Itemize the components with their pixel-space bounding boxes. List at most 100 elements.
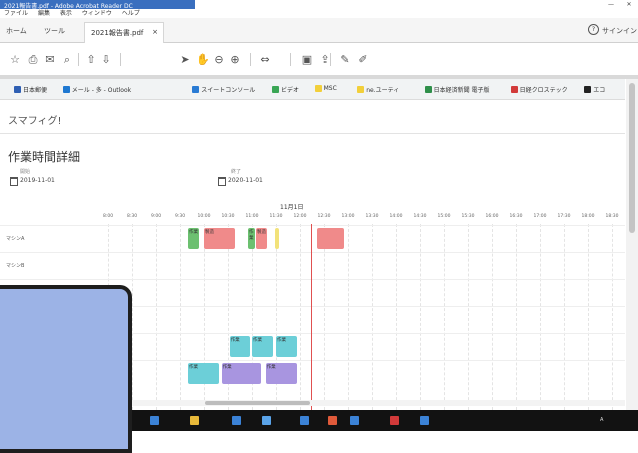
time-tick-label: 15:00 bbox=[437, 214, 451, 219]
time-tick-label: 12:00 bbox=[293, 214, 307, 219]
page-up-icon[interactable]: ⇧ bbox=[84, 53, 98, 66]
menu-help[interactable]: ヘルプ bbox=[122, 10, 140, 17]
save-icon[interactable]: ▣ bbox=[300, 53, 314, 66]
bookmark-favicon-icon bbox=[62, 86, 70, 93]
select-cursor-icon[interactable]: ➤ bbox=[178, 53, 192, 66]
fit-page-icon[interactable]: ⇔ bbox=[258, 53, 272, 66]
hand-icon[interactable]: ✋ bbox=[196, 53, 210, 66]
bookmark-favicon-icon bbox=[424, 86, 432, 93]
bookmark-label: エコ bbox=[593, 87, 606, 94]
time-tick-label: 17:30 bbox=[557, 214, 571, 219]
row-divider bbox=[0, 279, 625, 280]
page-down-icon[interactable]: ⇩ bbox=[99, 53, 113, 66]
toolbar-separator bbox=[120, 53, 121, 66]
schedule-block[interactable]: 作業 bbox=[276, 336, 297, 357]
row-divider bbox=[0, 225, 625, 226]
time-tick-label: 11:00 bbox=[245, 214, 259, 219]
close-window-button[interactable]: ✕ bbox=[622, 0, 636, 9]
schedule-block[interactable]: 製造 bbox=[256, 228, 267, 249]
time-tick-label: 10:00 bbox=[197, 214, 211, 219]
toolbar-separator bbox=[78, 53, 79, 66]
schedule-block[interactable]: 製造 bbox=[204, 228, 235, 249]
bookmark-item[interactable]: スイートコンソール bbox=[192, 85, 255, 94]
ime-indicator[interactable]: A bbox=[600, 417, 603, 423]
vertical-scroll-thumb[interactable] bbox=[629, 83, 635, 233]
calendar-icon[interactable] bbox=[218, 177, 226, 186]
pen-icon[interactable]: ✐ bbox=[356, 53, 370, 66]
vertical-scrollbar[interactable] bbox=[626, 79, 638, 410]
timeline-date: 11月1日 bbox=[280, 204, 304, 211]
app-icon-5[interactable] bbox=[300, 416, 309, 425]
time-tick-label: 14:00 bbox=[389, 214, 403, 219]
app-icon-3[interactable] bbox=[232, 416, 241, 425]
help-icon[interactable]: ? bbox=[588, 24, 599, 35]
tab-document[interactable]: 2021報告書.pdf × bbox=[84, 22, 164, 43]
app-icon-8[interactable] bbox=[390, 416, 399, 425]
bookmark-item[interactable]: 日経クロステック bbox=[510, 85, 568, 94]
horizontal-scroll-thumb[interactable] bbox=[205, 401, 310, 405]
time-tick-label: 15:30 bbox=[461, 214, 475, 219]
schedule-block[interactable]: 作業 bbox=[248, 228, 255, 249]
time-tick-label: 18:00 bbox=[581, 214, 595, 219]
zoom-out-icon[interactable]: ⊖ bbox=[212, 53, 226, 66]
time-tick-label: 18:30 bbox=[605, 214, 619, 219]
app-icon-1[interactable] bbox=[150, 416, 159, 425]
menu-edit[interactable]: 編集 bbox=[38, 10, 50, 17]
app-icon-4[interactable] bbox=[262, 416, 271, 425]
schedule-block[interactable]: 作業 bbox=[252, 336, 273, 357]
bookmark-label: MSC bbox=[323, 85, 337, 92]
app-icon-6[interactable] bbox=[328, 416, 337, 425]
app-icon-9[interactable] bbox=[420, 416, 429, 425]
schedule-block[interactable] bbox=[316, 228, 344, 249]
time-tick-label: 9:30 bbox=[174, 214, 186, 219]
row-label: マシンB bbox=[6, 263, 25, 269]
schedule-block[interactable]: 作業 bbox=[188, 363, 219, 384]
mail-icon[interactable]: ✉ bbox=[43, 53, 57, 66]
bookmark-item[interactable]: 日本経済新聞 電子版 bbox=[424, 85, 490, 94]
time-tick-label: 14:30 bbox=[413, 214, 427, 219]
bookmark-item[interactable]: ne.ユーティ bbox=[357, 85, 399, 94]
end-date-field[interactable]: 2020-11-01 bbox=[228, 177, 263, 184]
zoom-in-icon[interactable]: ⊕ bbox=[228, 53, 242, 66]
menu-file[interactable]: ファイル bbox=[4, 10, 28, 17]
bookmark-item[interactable]: エコ bbox=[584, 85, 605, 94]
start-date-field[interactable]: 2019-11-01 bbox=[20, 177, 55, 184]
signin-link[interactable]: サインイン bbox=[602, 26, 637, 36]
calendar-icon[interactable] bbox=[10, 177, 18, 186]
current-time-line bbox=[311, 224, 313, 410]
row-divider bbox=[0, 252, 625, 253]
tab-home[interactable]: ホーム bbox=[6, 26, 27, 36]
menu-window[interactable]: ウィンドウ bbox=[82, 10, 112, 17]
schedule-block[interactable]: 作業 bbox=[229, 336, 251, 357]
tab-document-label: 2021報告書.pdf bbox=[91, 29, 144, 37]
schedule-block[interactable]: 作業 bbox=[265, 363, 297, 384]
start-date-label: 開始 bbox=[20, 169, 31, 175]
app-icon-2[interactable] bbox=[190, 416, 199, 425]
menu-view[interactable]: 表示 bbox=[60, 10, 72, 17]
star-icon[interactable]: ☆ bbox=[8, 53, 22, 66]
search-icon[interactable]: ⌕ bbox=[60, 53, 74, 67]
comment-icon[interactable]: ✎ bbox=[338, 53, 352, 66]
bookmark-favicon-icon bbox=[192, 86, 200, 93]
app-name[interactable]: スマフィグ! bbox=[8, 112, 62, 127]
schedule-block[interactable]: 作業 bbox=[188, 228, 199, 249]
tab-close-icon[interactable]: × bbox=[152, 28, 158, 36]
time-tick-label: 10:30 bbox=[221, 214, 235, 219]
minimize-button[interactable]: — bbox=[604, 0, 618, 9]
page-title: 作業時間詳細 bbox=[8, 150, 81, 164]
bookmark-item[interactable]: MSC bbox=[314, 85, 337, 92]
bookmark-label: ビデオ bbox=[281, 87, 300, 94]
time-tick-label: 8:00 bbox=[102, 214, 114, 219]
bookmark-label: ne.ユーティ bbox=[366, 87, 400, 94]
app-icon-7[interactable] bbox=[350, 416, 359, 425]
bookmark-item[interactable]: ビデオ bbox=[272, 85, 299, 94]
toolbar-separator bbox=[250, 53, 251, 66]
bookmark-favicon-icon bbox=[314, 85, 322, 92]
print-icon[interactable]: ⎙ bbox=[26, 53, 40, 67]
schedule-block[interactable] bbox=[275, 228, 279, 249]
schedule-block[interactable]: 作業 bbox=[221, 363, 262, 384]
time-tick-label: 8:30 bbox=[126, 214, 138, 219]
bookmark-item[interactable]: 日本郵便 bbox=[14, 85, 47, 94]
bookmark-item[interactable]: メール - 多 - Outlook bbox=[62, 85, 131, 94]
tab-tools[interactable]: ツール bbox=[44, 26, 65, 36]
